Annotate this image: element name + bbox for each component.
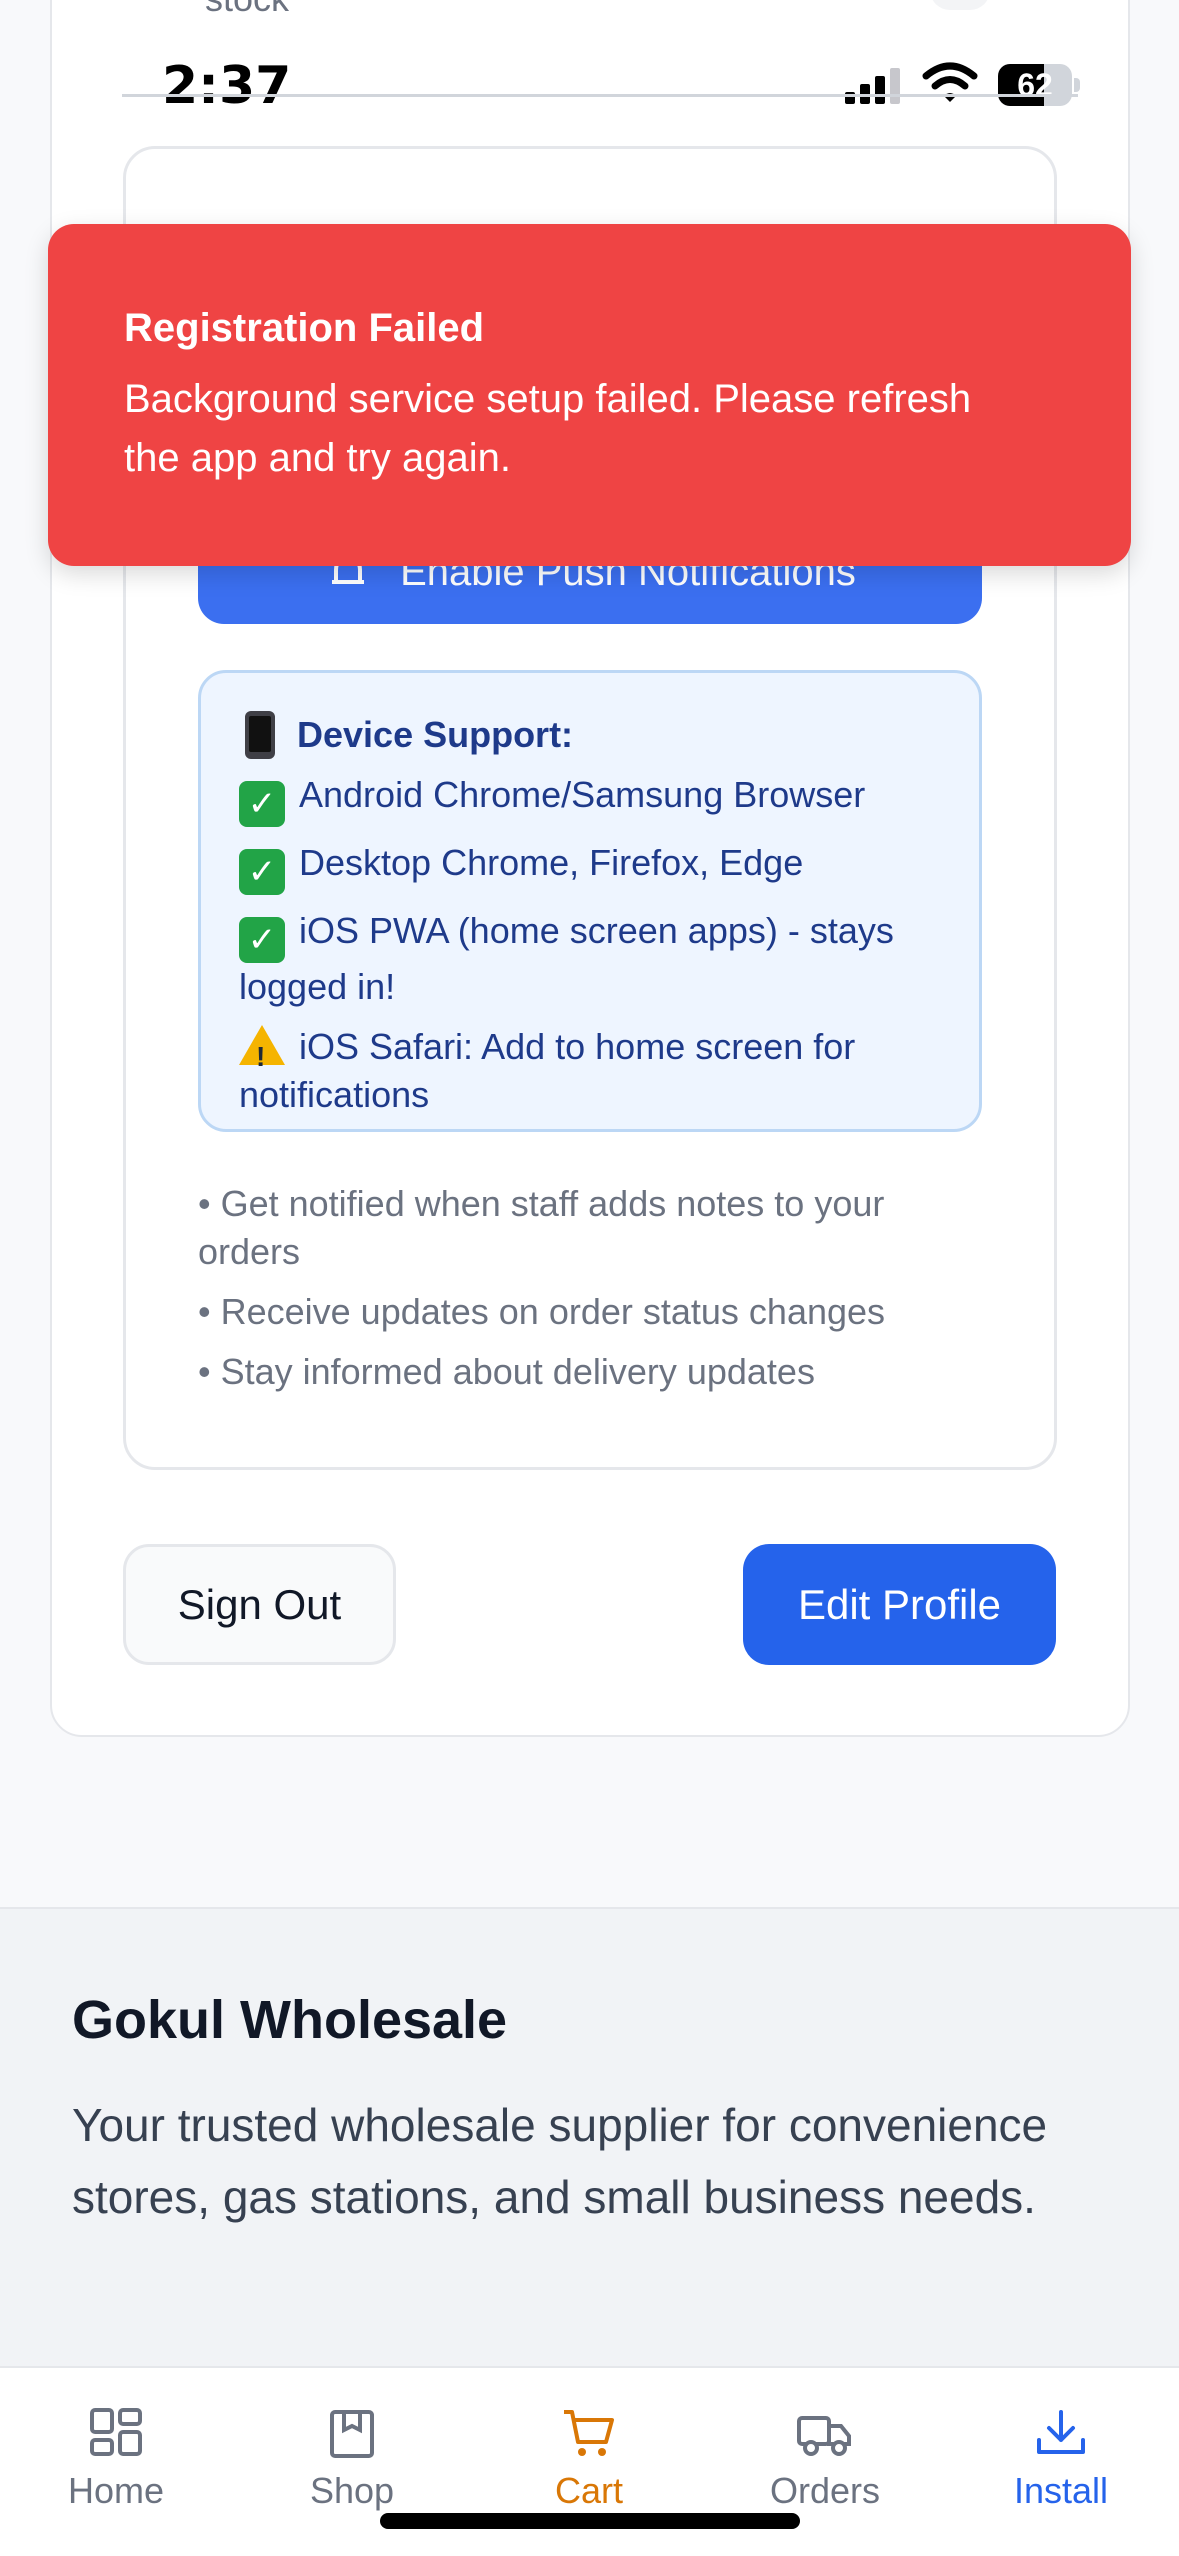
status-time: 2:37: [162, 56, 292, 116]
nav-install[interactable]: Install: [961, 2406, 1161, 2536]
signal-icon: [845, 68, 900, 104]
warning-icon: !: [239, 1025, 285, 1072]
battery-level: 62: [1017, 67, 1053, 103]
toast-title: Registration Failed: [124, 306, 485, 350]
truck-icon: [797, 2416, 851, 2456]
sign-out-button[interactable]: Sign Out: [123, 1544, 396, 1665]
device-support-title: Device Support:: [239, 711, 943, 759]
check-icon: ✓: [239, 849, 285, 895]
edit-profile-button[interactable]: Edit Profile: [743, 1544, 1056, 1665]
support-item: ✓ Android Chrome/Samsung Browser: [239, 771, 943, 827]
wifi-icon: [922, 62, 978, 102]
home-indicator: [380, 2513, 800, 2529]
footer: Gokul Wholesale Your trusted wholesale s…: [0, 1907, 1179, 2367]
benefit-item: • Receive updates on order status change…: [198, 1291, 886, 1332]
package-icon: [330, 2410, 374, 2458]
status-divider: [122, 94, 1078, 97]
grid-icon: [90, 2408, 142, 2456]
check-icon: ✓: [239, 781, 285, 827]
footer-description: Your trusted wholesale supplier for conv…: [72, 2099, 1048, 2223]
download-icon: [1037, 2410, 1085, 2454]
phone-icon: [245, 711, 275, 759]
benefits-list: • Get notified when staff adds notes to …: [198, 1180, 988, 1408]
support-item: ✓ iOS PWA (home screen apps) - stays logg…: [239, 910, 894, 1007]
footer-title: Gokul Wholesale: [72, 1990, 508, 2050]
toast-message: Background service setup failed. Please …: [124, 377, 972, 480]
support-item: ✓ Desktop Chrome, Firefox, Edge: [239, 839, 943, 895]
check-icon: ✓: [239, 917, 285, 963]
benefit-item: • Get notified when staff adds notes to …: [198, 1183, 885, 1272]
nav-home[interactable]: Home: [16, 2406, 216, 2536]
battery-icon: 62: [998, 64, 1080, 106]
error-toast[interactable]: Registration Failed Background service s…: [48, 224, 1131, 566]
cart-icon: [564, 2410, 614, 2456]
device-support-box: Device Support: ✓ Android Chrome/Samsung …: [198, 670, 982, 1132]
benefit-item: • Stay informed about delivery updates: [198, 1351, 815, 1392]
status-bar: 2:37 62: [0, 40, 1179, 136]
clipped-text: stock: [205, 0, 289, 20]
support-item: ! iOS Safari: Add to home screen for noti…: [239, 1025, 856, 1115]
